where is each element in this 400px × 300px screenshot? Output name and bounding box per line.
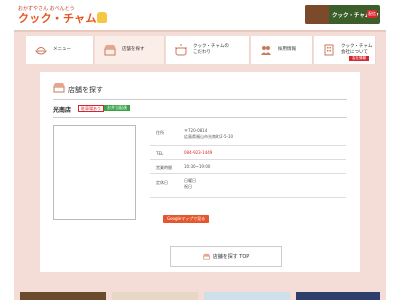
- nav-item-store-search[interactable]: 店舗を探す: [95, 36, 165, 64]
- info-key: 定休日: [156, 180, 168, 185]
- shop-icon: [104, 45, 116, 56]
- info-key: TEL: [156, 151, 164, 156]
- people-icon: [261, 46, 271, 55]
- divider: [53, 99, 347, 100]
- footer-banner[interactable]: [112, 292, 198, 300]
- nav-item-recruit[interactable]: 採用情報: [251, 36, 313, 64]
- info-key: 営業時間: [156, 165, 172, 170]
- store-name: 光南店: [53, 107, 72, 114]
- info-row-closed: 定休日 日曜日 祝日: [150, 174, 346, 198]
- info-value: 10:30~19:00: [184, 164, 211, 169]
- nav-label: 採用情報: [278, 46, 296, 52]
- top-button-label: 店舗を探す TOP: [212, 254, 250, 260]
- nav-label: 店舗を探す: [122, 46, 145, 52]
- parking-badge: 駐車場あり: [78, 105, 104, 112]
- info-value: 日曜日 祝日: [184, 178, 196, 190]
- footer-banner[interactable]: [204, 292, 290, 300]
- nav-item-menu[interactable]: メニュー: [26, 36, 94, 64]
- page-title: 店舗を探す: [68, 86, 103, 94]
- tv-banner[interactable]: クック・チャムTV 配信: [305, 5, 380, 24]
- banner-photo: [305, 5, 329, 24]
- main-area: 店舗を探す 光南店 駐車場あり お弁当配達 住所 〒720-0814 広島県福山…: [14, 68, 386, 290]
- footer-banner[interactable]: [20, 292, 106, 300]
- nav-label: クック・チャムの こだわり: [193, 43, 229, 55]
- company-badge: 会社情報: [349, 56, 369, 61]
- info-row-tel: TEL 084-923-1449: [150, 146, 346, 160]
- building-icon: [324, 44, 334, 56]
- bowl-icon: [34, 47, 48, 55]
- global-nav: メニュー 店舗を探す クック・チャムの こだわり 採用情報 クック・チャム 会社…: [14, 30, 386, 68]
- store-card: 店舗を探す 光南店 駐車場あり お弁当配達 住所 〒720-0814 広島県福山…: [40, 72, 360, 272]
- store-search-top-button[interactable]: 店舗を探す TOP: [170, 246, 282, 267]
- nav-item-commitment[interactable]: クック・チャムの こだわり: [166, 36, 250, 64]
- info-row-hours: 営業時間 10:30~19:00: [150, 160, 346, 174]
- delivery-badge: お弁当配達: [104, 105, 130, 111]
- footer-banner[interactable]: [296, 292, 380, 300]
- site-header: おかずやさん おべんとう クック・チャム クック・チャムTV 配信: [0, 0, 400, 30]
- google-map-button[interactable]: Googleマップで見る: [163, 215, 210, 223]
- banner-tag: 配信: [367, 10, 377, 18]
- mascot-icon: [97, 12, 107, 23]
- info-value: 〒720-0814 広島県福山市光南町2-5-10: [184, 128, 234, 140]
- shop-icon: [53, 83, 65, 93]
- nav-item-company[interactable]: クック・チャム 会社について 会社情報: [314, 36, 376, 64]
- nav-label: クック・チャム 会社について: [341, 43, 373, 55]
- info-key: 住所: [156, 130, 164, 135]
- shop-icon: [202, 253, 210, 260]
- store-photo: [53, 125, 136, 220]
- pot-icon: [175, 44, 187, 56]
- tel-link[interactable]: 084-923-1449: [184, 150, 212, 156]
- footer-banners: [14, 290, 386, 300]
- divider: [53, 117, 347, 118]
- nav-label: メニュー: [53, 46, 71, 52]
- site-logo[interactable]: クック・チャム: [18, 10, 97, 26]
- info-row-address: 住所 〒720-0814 広島県福山市光南町2-5-10: [150, 124, 346, 146]
